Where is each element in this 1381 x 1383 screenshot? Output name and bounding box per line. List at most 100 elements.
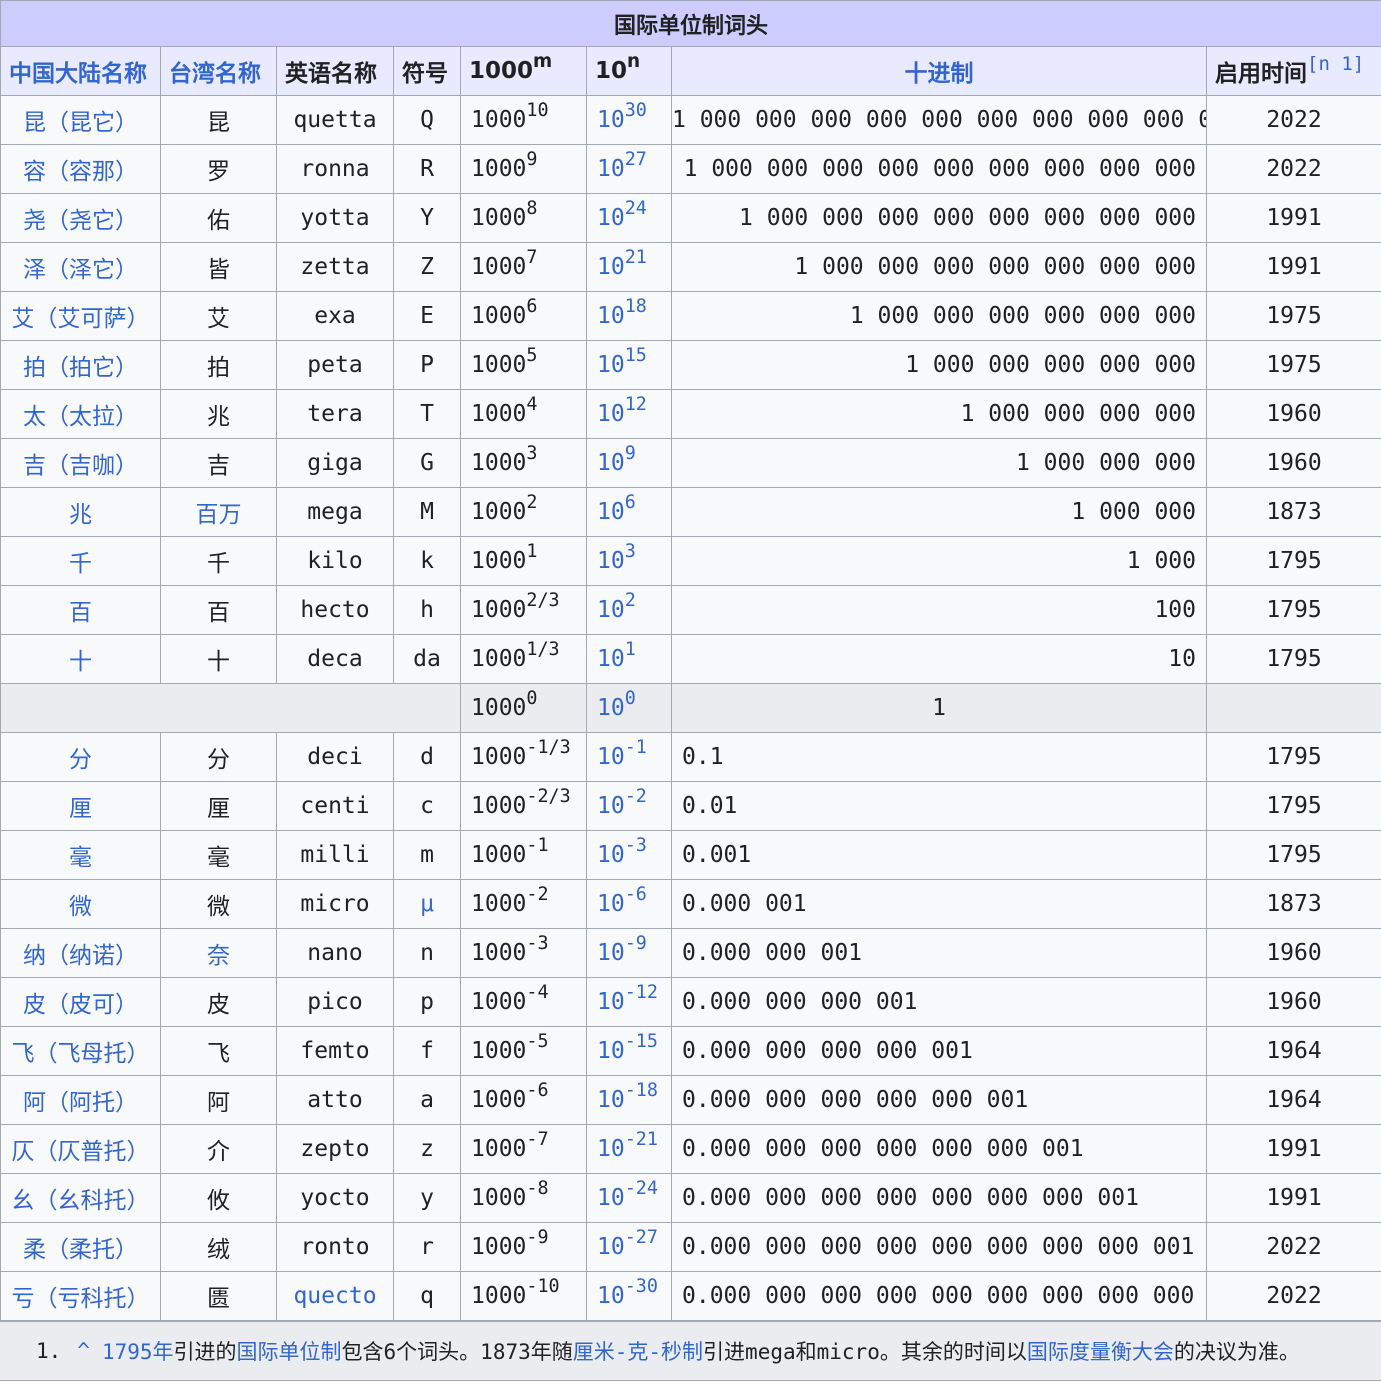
table-row: 分分 deci d 1000-1/3 10-1 0.1 1795 bbox=[0, 732, 1381, 782]
english-name: zepto bbox=[276, 1124, 394, 1174]
symbol: z bbox=[393, 1124, 461, 1174]
mainland-name-link[interactable]: 微 bbox=[0, 879, 161, 929]
mainland-name-link[interactable]: 毫 bbox=[0, 830, 161, 880]
mainland-name-link[interactable]: 泽（泽它） bbox=[0, 242, 161, 292]
header-mainland-name-link[interactable]: 中国大陆名称 bbox=[0, 46, 161, 96]
mainland-name-link[interactable]: 亏（亏科托） bbox=[0, 1271, 161, 1321]
table-row: 柔（柔托）绒 ronto r 1000-9 10-27 0.000 000 000 000… bbox=[0, 1222, 1381, 1272]
header-adopted: 启用时间[n 1] bbox=[1205, 46, 1381, 96]
power-10-link[interactable]: 102 bbox=[586, 585, 672, 635]
power-10-exp: 15 bbox=[624, 344, 647, 366]
taiwan-name: 厘 bbox=[160, 781, 277, 831]
power-10-link[interactable]: 1018 bbox=[586, 291, 672, 341]
power-10-link[interactable]: 100 bbox=[586, 683, 672, 733]
table-row: 艾（艾可萨）艾 exa E 10006 1018 1 000 000 000 000 00… bbox=[0, 291, 1381, 341]
power-1000-cell: 10008 bbox=[460, 193, 587, 243]
mainland-name-link[interactable]: 厘 bbox=[0, 781, 161, 831]
power-1000-exp: -1 bbox=[526, 834, 549, 856]
decimal-cell: 0.000 000 000 000 000 000 001 bbox=[671, 1124, 1207, 1174]
base-row-group: 10000 100 1 bbox=[0, 683, 1381, 733]
power-10-exp: -6 bbox=[624, 883, 647, 905]
decimal-cell: 1 000 000 000 000 000 bbox=[671, 340, 1207, 390]
taiwan-name: 百 bbox=[160, 585, 277, 635]
footnote-link-cgpm[interactable]: 国际度量衡大会 bbox=[1027, 1336, 1174, 1366]
power-1000-exp: 2/3 bbox=[526, 589, 560, 611]
taiwan-name-link[interactable]: 百万 bbox=[160, 487, 277, 537]
power-10-link[interactable]: 1021 bbox=[586, 242, 672, 292]
footnote-backlink[interactable]: ^ bbox=[77, 1339, 90, 1363]
power-1000-exp: 2 bbox=[526, 491, 538, 513]
mainland-name-link[interactable]: 拍（拍它） bbox=[0, 340, 161, 390]
power-10-link[interactable]: 10-12 bbox=[586, 977, 672, 1027]
footnote-text-1: 引进的 bbox=[173, 1340, 237, 1364]
power-10-link[interactable]: 1015 bbox=[586, 340, 672, 390]
power-10-link[interactable]: 101 bbox=[586, 634, 672, 684]
mainland-name-link[interactable]: 百 bbox=[0, 585, 161, 635]
power-10-link[interactable]: 10-30 bbox=[586, 1271, 672, 1321]
power-10-link[interactable]: 10-18 bbox=[586, 1075, 672, 1125]
power-10-exp: 1 bbox=[624, 638, 636, 660]
mainland-name-link[interactable]: 分 bbox=[0, 732, 161, 782]
power-10-link[interactable]: 1012 bbox=[586, 389, 672, 439]
year-cell: 1991 bbox=[1205, 1124, 1381, 1174]
power-10-link[interactable]: 10-27 bbox=[586, 1222, 672, 1272]
year-cell: 1975 bbox=[1205, 291, 1381, 341]
footnote-link-si[interactable]: 国际单位制 bbox=[237, 1336, 342, 1366]
header-taiwan-name-link[interactable]: 台湾名称 bbox=[160, 46, 277, 96]
mainland-name-link[interactable]: 皮（皮可） bbox=[0, 977, 161, 1027]
symbol: c bbox=[393, 781, 461, 831]
header-adopted-label: 启用时间 bbox=[1215, 61, 1307, 87]
power-10-link[interactable]: 1024 bbox=[586, 193, 672, 243]
mainland-name-link[interactable]: 容（容那） bbox=[0, 144, 161, 194]
mainland-name-link[interactable]: 吉（吉咖） bbox=[0, 438, 161, 488]
power-10-exp: -15 bbox=[624, 1030, 658, 1052]
footnote-ref-link[interactable]: [n 1] bbox=[1307, 53, 1364, 75]
power-10-link[interactable]: 10-1 bbox=[586, 732, 672, 782]
year-cell: 1991 bbox=[1205, 193, 1381, 243]
footnote: 1. ^ 1795年 引进的 国际单位制 包含6个词头。1873年随 厘米-克-… bbox=[0, 1321, 1381, 1381]
mainland-name-link[interactable]: 十 bbox=[0, 634, 161, 684]
power-10-link[interactable]: 10-2 bbox=[586, 781, 672, 831]
large-prefix-rows: 昆（昆它）昆 quetta Q 100010 1030 1 000 000 000 000… bbox=[0, 95, 1381, 684]
power-10-link[interactable]: 1027 bbox=[586, 144, 672, 194]
power-1000-exp: 3 bbox=[526, 442, 538, 464]
power-10-exp: -1 bbox=[624, 736, 647, 758]
power-10-link[interactable]: 1030 bbox=[586, 95, 672, 145]
power-10-link[interactable]: 109 bbox=[586, 438, 672, 488]
power-10-link[interactable]: 10-24 bbox=[586, 1173, 672, 1223]
power-10-link[interactable]: 10-6 bbox=[586, 879, 672, 929]
symbol: E bbox=[393, 291, 461, 341]
english-name: pico bbox=[276, 977, 394, 1027]
year-cell: 1795 bbox=[1205, 781, 1381, 831]
symbol: f bbox=[393, 1026, 461, 1076]
power-10-link[interactable]: 103 bbox=[586, 536, 672, 586]
mainland-name-link[interactable]: 柔（柔托） bbox=[0, 1222, 161, 1272]
mainland-name-link[interactable]: 太（太拉） bbox=[0, 389, 161, 439]
power-10-link[interactable]: 10-15 bbox=[586, 1026, 672, 1076]
power-10-link[interactable]: 10-21 bbox=[586, 1124, 672, 1174]
english-name: exa bbox=[276, 291, 394, 341]
power-10-link[interactable]: 10-3 bbox=[586, 830, 672, 880]
mainland-name-link[interactable]: 昆（昆它） bbox=[0, 95, 161, 145]
english-name-link[interactable]: quecto bbox=[276, 1271, 394, 1321]
mainland-name-link[interactable]: 纳（纳诺） bbox=[0, 928, 161, 978]
power-10-exp: 27 bbox=[624, 148, 647, 170]
mainland-name-link[interactable]: 尧（尧它） bbox=[0, 193, 161, 243]
taiwan-name-link[interactable]: 奈 bbox=[160, 928, 277, 978]
power-10-link[interactable]: 106 bbox=[586, 487, 672, 537]
mainland-name-link[interactable]: 幺（幺科托） bbox=[0, 1173, 161, 1223]
footnote-link-1795[interactable]: 1795年 bbox=[102, 1336, 174, 1366]
mainland-name-link[interactable]: 仄（仄普托） bbox=[0, 1124, 161, 1174]
header-decimal-link[interactable]: 十进制 bbox=[671, 46, 1207, 96]
footnote-link-cgs[interactable]: 厘米-克-秒制 bbox=[573, 1336, 703, 1366]
mainland-name-link[interactable]: 兆 bbox=[0, 487, 161, 537]
table-title: 国际单位制词头 bbox=[0, 0, 1381, 47]
mainland-name-link[interactable]: 艾（艾可萨） bbox=[0, 291, 161, 341]
mainland-name-link[interactable]: 飞（飞母托） bbox=[0, 1026, 161, 1076]
power-10-link[interactable]: 10-9 bbox=[586, 928, 672, 978]
mainland-name-link[interactable]: 阿（阿托） bbox=[0, 1075, 161, 1125]
power-10-exp: -30 bbox=[624, 1275, 658, 1297]
symbol-link[interactable]: μ bbox=[393, 879, 461, 929]
table-row: 微微 micro μ 1000-2 10-6 0.000 001 1873 bbox=[0, 879, 1381, 929]
mainland-name-link[interactable]: 千 bbox=[0, 536, 161, 586]
